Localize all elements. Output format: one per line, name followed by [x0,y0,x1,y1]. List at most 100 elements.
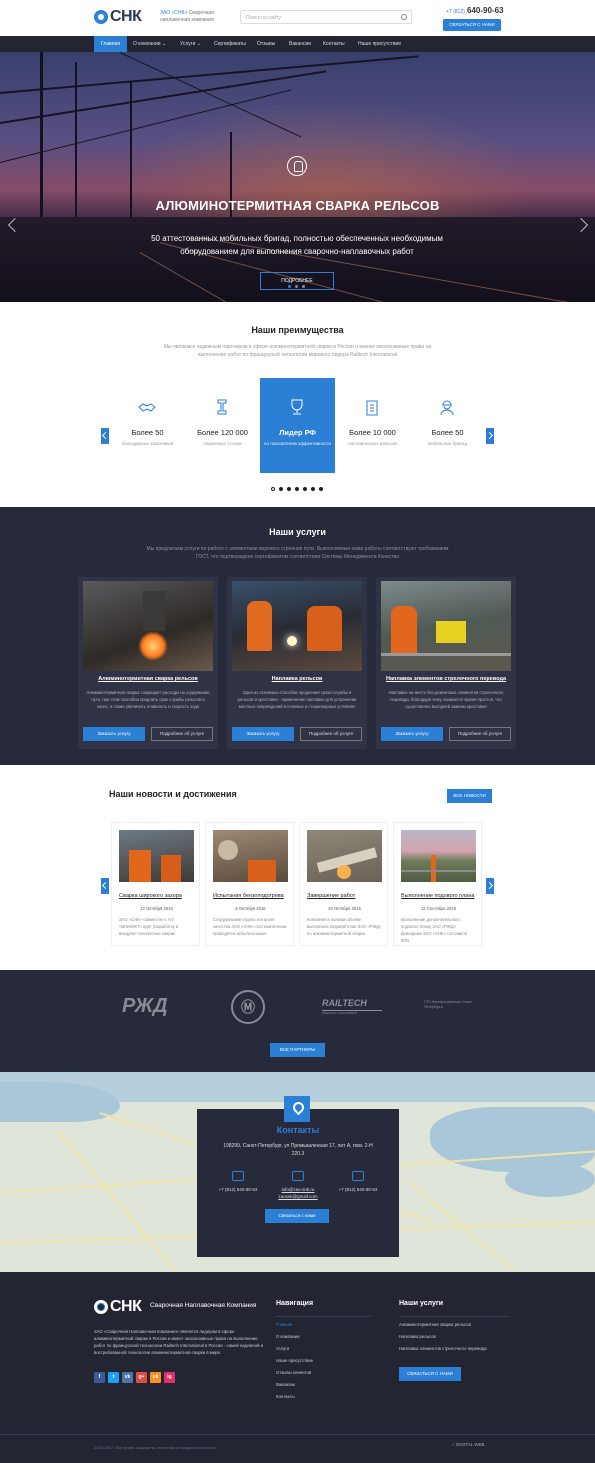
news-title: Наши новости и достижения [109,789,237,799]
chevron-down-icon: ⌄ [196,41,201,47]
social-glyph: ig [167,1374,172,1380]
service-details-button[interactable]: Подробнее об услуге [449,727,511,741]
partner-logo-gup[interactable]: ГУП Электротранспорт Санкт-Петербурга [424,1000,484,1010]
advantage-label: наплавленных рельсов [348,441,397,446]
fax-icon [352,1171,364,1181]
order-service-button[interactable]: Заказать услугу [83,727,145,741]
railtech-tagline: WELDING & EQUIPMENT [322,1010,382,1015]
service-image[interactable] [381,581,511,671]
service-name[interactable]: Наплавка элементов стрелочного перевода [376,676,516,682]
news-item-title[interactable]: Выполнение подового плана [401,893,481,899]
adv-prev-button[interactable] [101,428,109,444]
service-name[interactable]: Наплавка рельсов [227,676,367,682]
address-text: 198299, Санкт-Петербург, ул Промышленная… [223,1143,373,1157]
contact-phone[interactable]: +7 (812) 640-90-63 [208,1186,268,1193]
contact-us-button[interactable]: Связаться с нами [265,1209,329,1223]
contact-email[interactable]: info@zao-snk.ru [268,1186,328,1193]
copyright: 2016-2017. Все права защищены, политика … [94,1445,217,1450]
news-text: Сотрудниками отдела контроля качества ЗА… [213,917,287,936]
news-item-title[interactable]: Испытания бензоподогрева [213,893,293,899]
hero-overlay [0,52,595,302]
gear-logo-icon [94,1300,108,1314]
footer-nav-link[interactable]: Контакты [276,1394,295,1399]
facebook-icon[interactable]: f [94,1372,105,1383]
page-dot[interactable] [287,487,291,491]
nav-item-services[interactable]: Услуги ⌄ [173,36,208,52]
news-image[interactable] [307,830,382,882]
advantage-label: сваренных стыков [203,441,242,446]
slider-dot[interactable] [295,285,298,288]
site-header: СНК ЗАО «СНК» Сварочная наплавочная комп… [0,0,595,36]
nav-item-about[interactable]: О компании ⌄ [126,36,173,52]
page-dot[interactable] [311,487,315,491]
news-prev-button[interactable] [101,878,109,894]
service-details-button[interactable]: Подробнее об услуге [151,727,213,741]
contact-phone[interactable]: +7 (812) 640-90-63 [328,1186,388,1193]
instagram-icon[interactable]: ig [164,1372,175,1383]
service-name[interactable]: Алюминотермитная сварка рельсов [78,676,218,682]
phone-number: 640-90-63 [467,6,504,15]
service-image[interactable] [232,581,362,671]
footer-nav-title: Навигация [276,1300,314,1307]
footer-service-link[interactable]: Наплавка элементов стрелочного перевода [399,1346,487,1351]
news-item-title[interactable]: Сварка широкого зазора [119,893,199,899]
advantages-title: Наши преимущества [251,325,344,335]
nav-item-vacancies[interactable]: Вакансии [282,36,318,52]
search-input[interactable]: Поиск по сайту [240,10,412,24]
contact-button[interactable]: СВЯЗАТЬСЯ С НАМИ [443,19,501,31]
service-details-button[interactable]: Подробнее об услуге [300,727,362,741]
all-news-button[interactable]: ВСЕ НОВОСТИ [447,789,492,803]
footer-nav-link[interactable]: Отзывы клиентов [276,1370,311,1375]
page-dot[interactable] [303,487,307,491]
header-phone[interactable]: +7 (812) 640-90-63 [446,6,503,15]
divider [276,1316,371,1317]
news-next-button[interactable] [486,878,494,894]
page-dot[interactable] [271,487,275,491]
nav-item-reviews[interactable]: Отзывы [250,36,282,52]
footer-service-link[interactable]: Алюминотермитная сварка рельсов [399,1322,471,1327]
footer-contact-button[interactable]: СВЯЗАТЬСЯ С НАМИ [399,1367,461,1381]
odnoklassniki-icon[interactable]: ok [150,1372,161,1383]
footer-nav-link[interactable]: Наше присутствие [276,1358,313,1363]
footer-nav-link[interactable]: Главная [276,1322,292,1327]
nav-item-certificates[interactable]: Сертификаты [207,36,253,52]
footer-nav-link[interactable]: Услуги [276,1346,289,1351]
nav-item-contacts[interactable]: Контакты [316,36,352,52]
footer-service-link[interactable]: Наплавка рельсов [399,1334,436,1339]
partner-logo-railtech[interactable]: RAILTECH WELDING & EQUIPMENT [322,998,382,1015]
service-image[interactable] [83,581,213,671]
slider-dot[interactable] [302,285,305,288]
news-image[interactable] [213,830,288,882]
adv-next-button[interactable] [486,428,494,444]
page-dot[interactable] [279,487,283,491]
twitter-icon[interactable]: t [108,1372,119,1383]
page-dot[interactable] [295,487,299,491]
developer-credit[interactable]: ◐ DIGITAL WEB [452,1442,485,1447]
news-item-title[interactable]: Завершение работ [307,893,387,899]
news-card: Выполнение подового плана 12 Сентября 20… [393,822,482,946]
all-partners-button[interactable]: ВСЕ ПАРТНЕРЫ [270,1043,325,1057]
order-service-button[interactable]: Заказать услугу [232,727,294,741]
news-card: Завершение работ 20 Октября 2016 Компани… [299,822,388,946]
partner-logo-rzd[interactable]: РЖД [122,995,168,1018]
footer-logo[interactable]: СНК [94,1298,142,1316]
slider-dot[interactable] [288,285,291,288]
footer-nav-link[interactable]: Вакансии [276,1382,295,1387]
footer-nav-link[interactable]: О компании [276,1334,300,1339]
logo[interactable]: СНК [94,8,142,26]
service-card: Наплавка элементов стрелочного перевода … [376,577,516,749]
google-plus-icon[interactable]: g+ [136,1372,147,1383]
order-service-button[interactable]: Заказать услугу [381,727,443,741]
main-nav: Главная О компании ⌄ Услуги ⌄ Сертификат… [0,36,595,52]
news-image[interactable] [401,830,476,882]
contact-email[interactable]: zaosnk@gmail.com [268,1193,328,1200]
partner-logo-metro[interactable]: Ⓜ [231,990,265,1024]
hero-slider: АЛЮМИНОТЕРМИТНАЯ СВАРКА РЕЛЬСОВ 50 аттес… [0,52,595,302]
news-image[interactable] [119,830,194,882]
page-dot[interactable] [319,487,323,491]
nav-item-home[interactable]: Главная [94,36,128,52]
contacts-map[interactable]: Контакты 198299, Санкт-Петербург, ул Про… [0,1072,595,1272]
search-icon[interactable] [401,14,407,20]
vk-icon[interactable]: vk [122,1372,133,1383]
nav-item-presence[interactable]: Наше присутствие [351,36,408,52]
